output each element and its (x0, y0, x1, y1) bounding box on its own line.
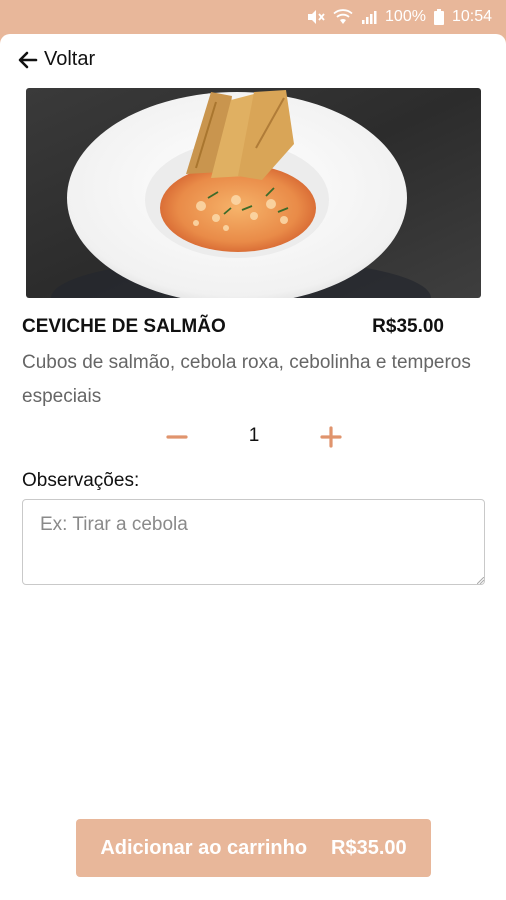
product-description: Cubos de salmão, cebola roxa, cebolinha … (22, 352, 471, 407)
plus-icon (320, 426, 342, 448)
status-bar: 100% 10:54 (0, 0, 506, 34)
clock: 10:54 (451, 8, 492, 25)
resize-grip-icon[interactable] (477, 577, 484, 584)
increase-quantity-button[interactable] (316, 422, 346, 452)
add-to-cart-button[interactable]: Adicionar ao carrinho R$35.00 (76, 819, 431, 877)
decrease-quantity-button[interactable] (162, 422, 192, 452)
dish-photo (26, 88, 481, 298)
product-name: CEVICHE DE SALMÃO (22, 316, 226, 337)
wifi-icon (333, 9, 353, 24)
product-detail-screen: Voltar CEVICHE DE SALMÃO R$35.00 Cubos d… (0, 34, 506, 900)
status-icons: 100% 10:54 (307, 0, 492, 34)
notes-field[interactable] (22, 499, 485, 585)
signal-icon (362, 11, 377, 24)
minus-icon (166, 435, 188, 439)
add-to-cart-price: R$35.00 (331, 836, 407, 859)
battery-icon (433, 9, 444, 25)
quantity-value: 1 (248, 425, 260, 446)
arrow-left-icon (18, 51, 38, 68)
back-button[interactable]: Voltar (18, 48, 95, 71)
product-price: R$35.00 (372, 316, 444, 337)
mute-icon (308, 10, 325, 24)
quantity-stepper: 1 (0, 422, 506, 452)
battery-percent: 100% (385, 8, 426, 25)
back-label: Voltar (44, 48, 96, 70)
add-to-cart-label: Adicionar ao carrinho (100, 836, 308, 859)
notes-label: Observações: (22, 470, 140, 491)
